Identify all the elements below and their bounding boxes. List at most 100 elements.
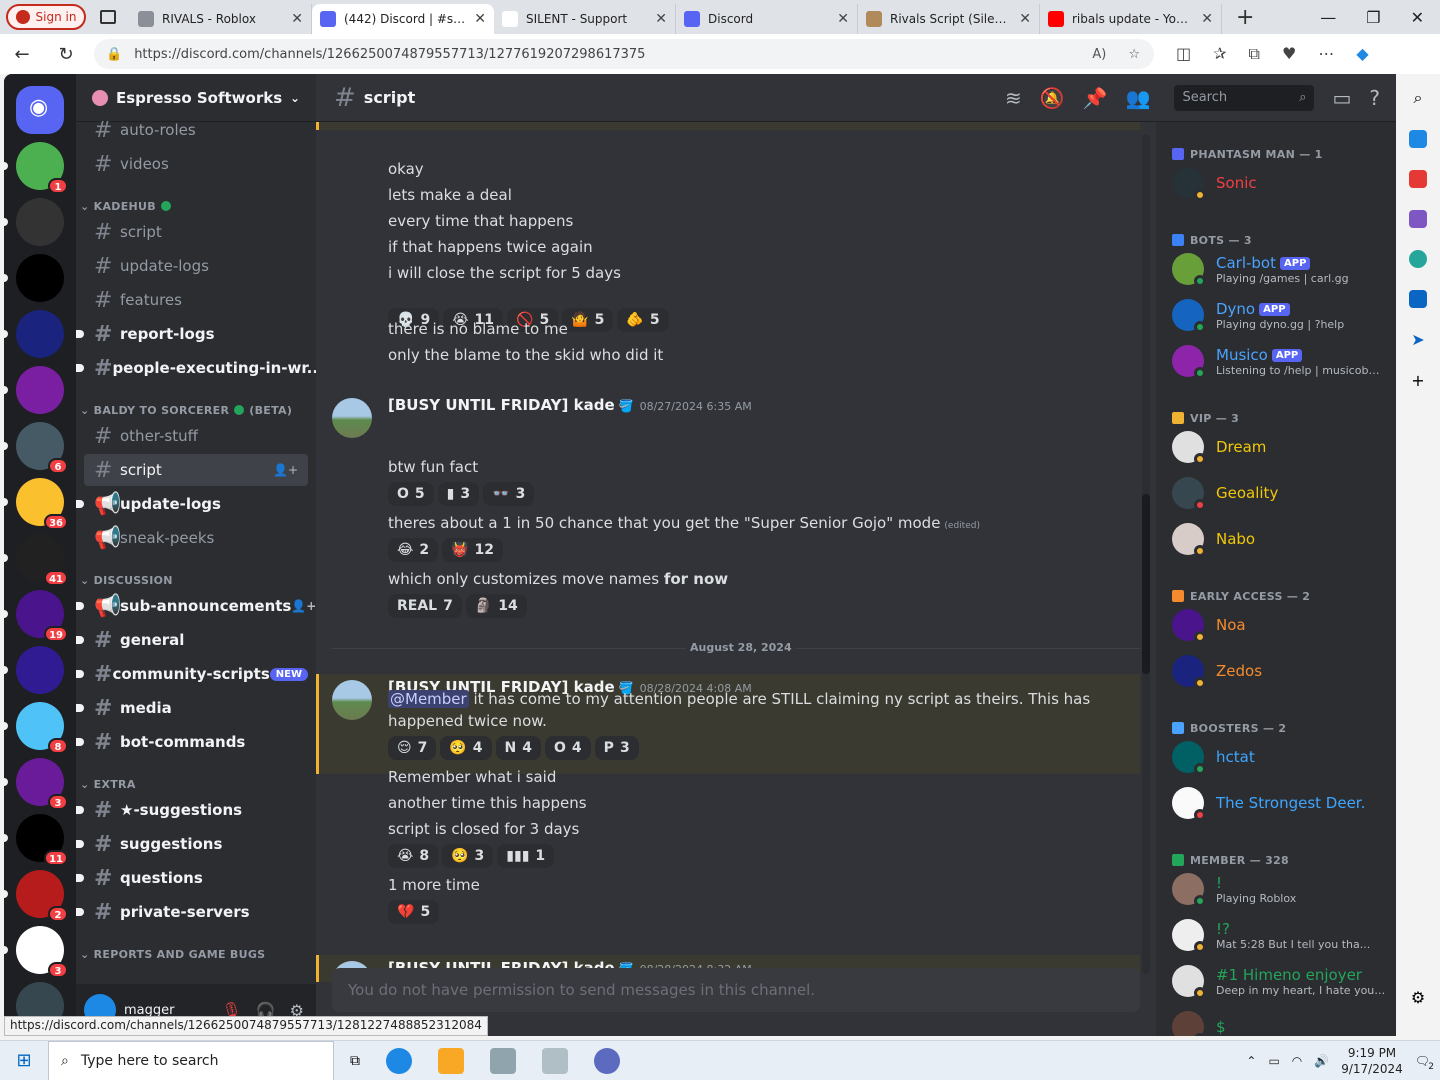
close-window-icon[interactable]: ✕ (1411, 8, 1424, 27)
channel-item[interactable]: # bot-commands (76, 726, 308, 758)
games-icon[interactable] (1409, 210, 1427, 228)
message-author[interactable]: [BUSY UNTIL FRIDAY] kade 🪣 08/27/2024 6:35… (388, 396, 752, 414)
notification-bell-icon[interactable]: 🔕 (1040, 86, 1065, 110)
channel-item[interactable]: # videos (84, 148, 308, 180)
reaction-button[interactable]: O5 (388, 482, 434, 506)
channel-item[interactable]: # script 👤+ (84, 454, 308, 486)
reaction-button[interactable]: 😭 8 (388, 844, 439, 868)
server-icon[interactable]: 3 (16, 926, 68, 978)
channel-item[interactable]: # ★-suggestions (76, 794, 308, 826)
server-icon[interactable]: 8 (16, 702, 68, 754)
member-item[interactable]: Carl-bot APP Playing /games | carl.gg (1172, 248, 1388, 290)
pin-icon[interactable]: 📌 (1083, 86, 1108, 110)
tab-actions-icon[interactable] (100, 10, 116, 24)
member-list-icon[interactable]: 👥 (1126, 86, 1151, 110)
tools-icon[interactable] (1409, 170, 1427, 188)
file-explorer-icon[interactable] (438, 1047, 464, 1074)
member-item[interactable]: ! Playing Roblox (1172, 868, 1388, 910)
windows-start-icon[interactable]: ⊞ (0, 1050, 48, 1071)
member-item[interactable]: Zedos (1172, 650, 1388, 692)
member-item[interactable]: hctat (1172, 736, 1388, 778)
minimize-icon[interactable]: — (1320, 8, 1336, 27)
category-header[interactable]: ⌄ KADEHUB (80, 200, 171, 213)
send-icon[interactable]: ➤ (1411, 330, 1424, 349)
chevron-up-icon[interactable]: ⌃ (1246, 1054, 1256, 1068)
add-icon[interactable]: + (1411, 371, 1424, 390)
channel-item[interactable]: # media (76, 692, 308, 724)
category-header[interactable]: ⌄ BALDY TO SORCERER (BETA) (80, 404, 292, 417)
channel-item[interactable]: # features (84, 284, 308, 316)
clock[interactable]: 9:19 PM 9/17/2024 (1341, 1045, 1403, 1077)
reaction-button[interactable]: 😌 7 (388, 736, 437, 760)
close-tab-icon[interactable]: ✕ (1019, 11, 1031, 27)
channel-item[interactable]: # update-logs (84, 250, 308, 282)
notifications-icon[interactable]: 🗨 2 (1415, 1054, 1434, 1072)
channel-item[interactable]: 📢 update-logs (76, 488, 308, 520)
read-aloud-icon[interactable]: A) (1092, 47, 1106, 62)
reaction-button[interactable]: REAL 7 (388, 594, 462, 618)
member-item[interactable]: The Strongest Deer. (1172, 782, 1388, 824)
channel-item[interactable]: # private-servers (76, 896, 308, 928)
server-icon[interactable] (16, 310, 64, 358)
refresh-icon[interactable]: ↻ (44, 44, 88, 65)
server-icon[interactable]: 11 (16, 814, 68, 866)
search-input[interactable]: Search ⌕ (1174, 84, 1315, 111)
server-icon[interactable]: 2 (16, 870, 68, 922)
server-icon[interactable]: 1 (16, 142, 68, 194)
url-field[interactable]: 🔒 https://discord.com/channels/126625007… (94, 39, 1154, 69)
browser-tab[interactable]: Discord ✕ (676, 4, 858, 34)
server-icon[interactable] (16, 366, 64, 414)
favorite-star-icon[interactable]: ☆ (1128, 47, 1140, 62)
reaction-button[interactable]: O4 (545, 736, 591, 760)
channel-item[interactable]: # other-stuff (84, 420, 308, 452)
volume-icon[interactable]: 🔊 (1314, 1054, 1329, 1068)
channel-item[interactable]: # report-logs (76, 318, 308, 350)
reaction-button[interactable]: 🥺 3 (442, 844, 494, 868)
reaction-button[interactable]: 💔 5 (388, 900, 440, 924)
star-app-icon[interactable] (594, 1047, 620, 1074)
close-tab-icon[interactable]: ✕ (1201, 11, 1213, 27)
channel-item[interactable]: # general (76, 624, 308, 656)
channel-item[interactable]: 📢 sub-announcements 👤+ (76, 590, 316, 622)
server-icon[interactable] (16, 198, 64, 246)
close-tab-icon[interactable]: ✕ (474, 11, 486, 27)
gear-icon[interactable]: ⚙ (1411, 988, 1425, 1007)
battery-icon[interactable]: ▭ (1268, 1054, 1279, 1068)
new-tab-button[interactable]: + (1236, 5, 1254, 30)
browser-tab[interactable]: RIVALS - Roblox ✕ (130, 4, 312, 34)
reaction-button[interactable]: P3 (594, 736, 639, 760)
task-view-icon[interactable]: ⧉ (350, 1053, 360, 1069)
member-item[interactable]: !? Mat 5:28 But I tell you tha... (1172, 914, 1388, 956)
server-icon[interactable] (16, 254, 64, 302)
server-icon[interactable] (16, 646, 64, 694)
member-item[interactable]: Musico APP Listening to /help | musicobot.… (1172, 340, 1388, 382)
inbox-icon[interactable]: ▭ (1332, 86, 1351, 110)
channel-item[interactable]: # people-executing-in-wr... (76, 352, 316, 384)
server-icon[interactable]: 3 (16, 758, 68, 810)
category-header[interactable]: ⌄ EXTRA (80, 778, 136, 791)
sign-in-button[interactable]: Sign in (6, 4, 86, 30)
scrollbar-thumb[interactable] (1142, 494, 1150, 674)
member-item[interactable]: Dream (1172, 426, 1388, 468)
close-tab-icon[interactable]: ✕ (291, 11, 303, 27)
browser-tab[interactable]: ribals update - YouTub ✕ (1040, 4, 1222, 34)
avatar[interactable] (332, 680, 372, 720)
photos-app-icon[interactable] (490, 1047, 516, 1074)
browser-tab[interactable]: Rivals Script (SilentHub ✕ (858, 4, 1040, 34)
reaction-button[interactable]: 🤷 5 (562, 308, 614, 332)
server-icon[interactable]: ◉ (16, 86, 64, 134)
server-icon[interactable]: 36 (16, 478, 68, 530)
outlook-icon[interactable] (1409, 290, 1427, 308)
channel-item[interactable]: # questions (76, 862, 308, 894)
app-icon[interactable] (542, 1047, 568, 1074)
threads-icon[interactable]: ≋ (1005, 86, 1022, 110)
wifi-icon[interactable]: ◠ (1292, 1054, 1302, 1068)
reaction-button[interactable]: 👹 12 (442, 538, 504, 562)
member-item[interactable]: Geoality (1172, 472, 1388, 514)
member-item[interactable]: Nabo (1172, 518, 1388, 560)
mention-pill[interactable]: @Member (388, 690, 469, 708)
search-icon[interactable]: ⌕ (1414, 88, 1423, 108)
split-screen-icon[interactable]: ◫ (1176, 44, 1191, 64)
category-header[interactable]: ⌄ REPORTS AND GAME BUGS (80, 948, 265, 961)
extensions-icon[interactable]: ♥ (1282, 44, 1296, 64)
